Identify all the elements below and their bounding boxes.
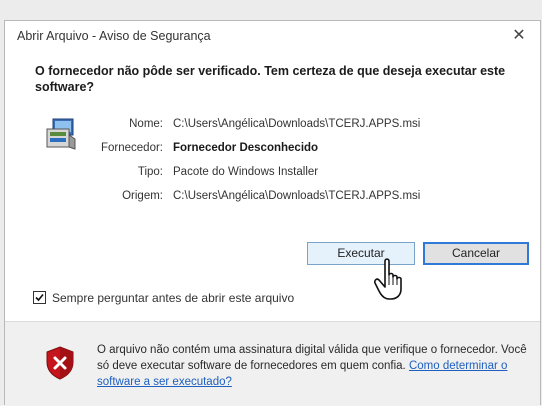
detail-row-type: Tipo: Pacote do Windows Installer [85,163,318,181]
publisher-label: Fornecedor: [100,142,163,154]
title-bar[interactable]: Abrir Arquivo - Aviso de Segurança ✕ [5,21,540,51]
close-button[interactable]: ✕ [508,25,530,47]
always-ask-option[interactable]: Sempre perguntar antes de abrir este arq… [33,288,294,306]
signature-warning: O arquivo não contém uma assinatura digi… [97,342,527,390]
always-ask-checkbox[interactable] [33,291,46,305]
always-ask-label: Sempre perguntar antes de abrir este arq… [52,290,295,305]
origin-label: Origem: [122,190,163,202]
type-value: Pacote do Windows Installer [173,166,319,178]
name-label: Nome: [129,118,163,130]
publisher-value: Fornecedor Desconhecido [173,142,319,154]
security-footer: O arquivo não contém uma assinatura digi… [5,321,540,406]
name-value: C:\Users\Angélica\Downloads\TCERJ.APPS.m… [173,118,421,130]
detail-row-publisher: Fornecedor: Fornecedor Desconhecido [85,139,318,157]
detail-row-name: Nome: C:\Users\Angélica\Downloads\TCERJ.A… [85,115,420,133]
type-label: Tipo: [137,166,163,178]
window-title: Abrir Arquivo - Aviso de Segurança [17,29,211,43]
cancel-button[interactable]: Cancelar [423,242,529,265]
security-warning-dialog: Abrir Arquivo - Aviso de Segurança ✕ O f… [4,20,541,406]
security-shield-icon [46,346,74,380]
run-button[interactable]: Executar [307,242,415,265]
installer-package-icon [46,118,76,150]
origin-value: C:\Users\Angélica\Downloads\TCERJ.APPS.m… [173,190,421,202]
checkmark-icon [35,294,44,302]
detail-row-origin: Origem: C:\Users\Angélica\Downloads\TCERJ… [85,187,420,205]
verification-question: O fornecedor não pôde ser verificado. Te… [35,64,506,94]
close-icon: ✕ [512,27,526,44]
